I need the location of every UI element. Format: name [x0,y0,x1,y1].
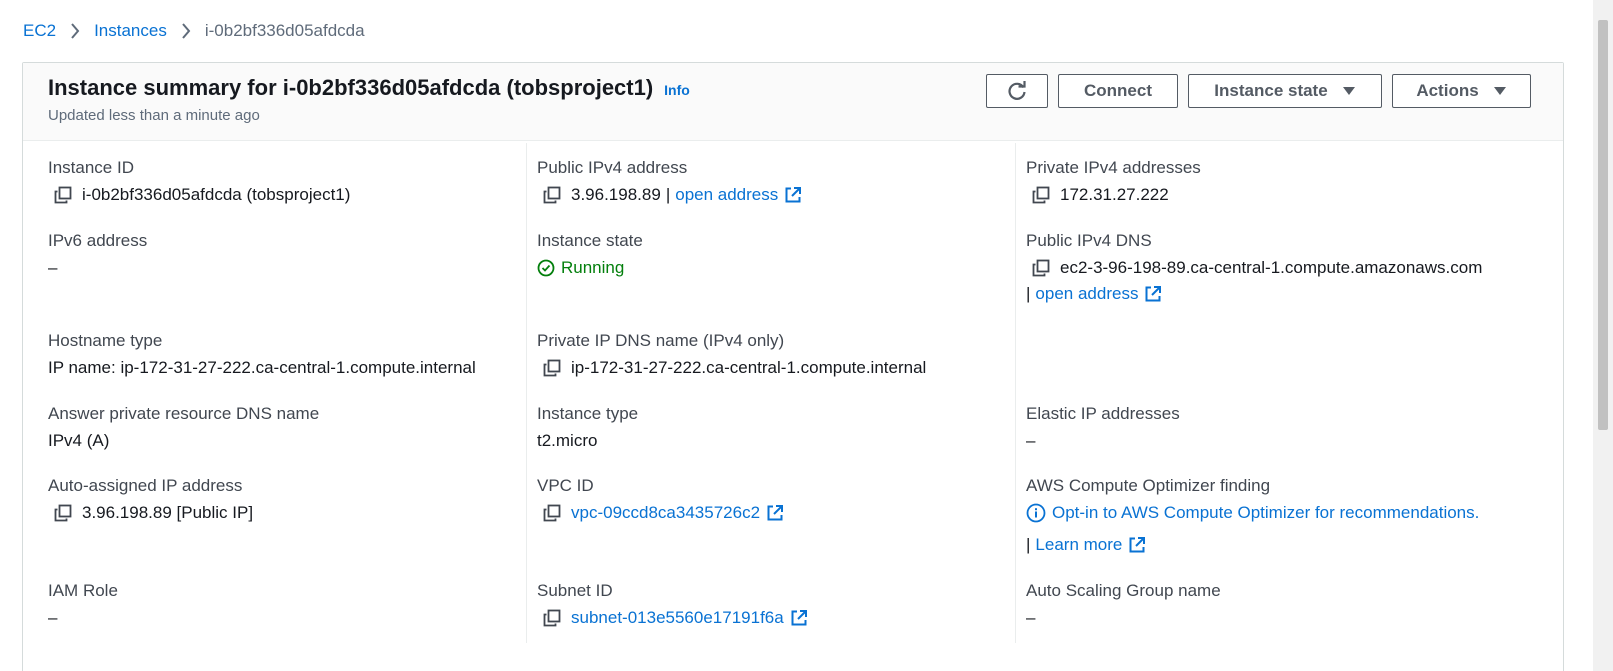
field-private-ipv4: Private IPv4 addresses 172.31.27.222 [1026,157,1201,206]
caret-down-icon [1342,81,1356,101]
field-value: Running [561,258,625,277]
separator: | [1026,535,1031,554]
field-label: Auto Scaling Group name [1026,581,1221,600]
field-label: VPC ID [537,476,594,495]
info-circle-icon [1026,503,1046,523]
breadcrumb-current: i-0b2bf336d05afdcda [204,21,365,40]
separator: | [1026,284,1031,303]
field-value: 3.96.198.89 [571,185,661,204]
breadcrumb-ec2[interactable]: EC2 [23,21,56,41]
vpc-id-link[interactable]: vpc-09ccd8ca3435726c2 [571,502,760,524]
status-running: Running [537,257,624,279]
field-elastic-ip: Elastic IP addresses – [1026,403,1180,452]
field-label: Elastic IP addresses [1026,404,1180,423]
field-value: IP name: ip-172-31-27-222.ca-central-1.c… [48,358,476,377]
breadcrumb-instances[interactable]: Instances [94,21,167,41]
refresh-icon [1006,80,1028,102]
field-value: – [1026,431,1036,450]
field-public-dns: Public IPv4 DNS ec2-3-96-198-89.ca-centr… [1026,230,1482,305]
field-value: – [48,608,58,627]
field-asg-name: Auto Scaling Group name – [1026,580,1221,629]
field-label: Instance ID [48,158,134,177]
copy-icon[interactable] [54,504,72,522]
external-link-icon[interactable] [790,609,808,627]
field-compute-optimizer: AWS Compute Optimizer finding Opt-in to … [1026,475,1479,556]
field-label: Private IP DNS name (IPv4 only) [537,331,785,350]
actions-label: Actions [1416,81,1479,100]
field-value: i-0b2bf336d05afdcda (tobsproject1) [82,185,351,204]
learn-more-link[interactable]: Learn more [1035,534,1122,556]
field-subnet-id: Subnet ID subnet-013e5560e17191f6a [537,580,808,629]
open-address-link[interactable]: open address [1035,283,1138,305]
actions-button[interactable]: Actions [1392,74,1531,108]
field-label: Answer private resource DNS name [48,404,320,423]
field-public-ipv4: Public IPv4 address 3.96.198.89 | open a… [537,157,802,206]
external-link-icon[interactable] [766,504,784,522]
caret-down-icon [1493,81,1507,101]
instance-summary-panel: Instance summary for i-0b2bf336d05afdcda… [22,62,1564,671]
field-label: AWS Compute Optimizer finding [1026,476,1271,495]
copy-icon[interactable] [543,186,561,204]
panel-header: Instance summary for i-0b2bf336d05afdcda… [23,63,1563,141]
scrollbar-thumb[interactable] [1598,20,1608,430]
field-value: 3.96.198.89 [Public IP] [82,503,254,522]
field-label: Private IPv4 addresses [1026,158,1201,177]
external-link-icon[interactable] [1128,536,1146,554]
instance-state-label: Instance state [1214,81,1328,100]
open-address-link[interactable]: open address [675,184,778,206]
connect-button[interactable]: Connect [1058,74,1178,108]
subnet-id-link[interactable]: subnet-013e5560e17191f6a [571,607,784,629]
field-label: Public IPv4 address [537,158,688,177]
field-instance-state: Instance state Running [537,230,643,279]
info-link[interactable]: Info [664,82,690,98]
refresh-button[interactable] [986,74,1048,108]
field-value: – [1026,608,1036,627]
field-vpc-id: VPC ID vpc-09ccd8ca3435726c2 [537,475,784,524]
field-label: IPv6 address [48,231,148,250]
column-divider [526,143,527,643]
field-label: Instance state [537,231,643,250]
external-link-icon[interactable] [784,186,802,204]
copy-icon[interactable] [543,609,561,627]
field-iam-role: IAM Role – [48,580,118,629]
field-label: Public IPv4 DNS [1026,231,1152,250]
field-auto-ip: Auto-assigned IP address 3.96.198.89 [Pu… [48,475,253,524]
column-divider [1015,143,1016,643]
page-title: Instance summary for i-0b2bf336d05afdcda… [48,75,654,100]
chevron-right-icon [181,23,191,39]
breadcrumb: EC2 Instances i-0b2bf336d05afdcda [23,20,365,42]
field-answer-dns: Answer private resource DNS name IPv4 (A… [48,403,319,452]
separator: | [665,185,671,204]
copy-icon[interactable] [1032,259,1050,277]
field-value: – [48,258,58,277]
field-label: Instance type [537,404,639,423]
copy-icon[interactable] [543,359,561,377]
chevron-right-icon [70,23,80,39]
copy-icon[interactable] [1032,186,1050,204]
opt-in-link[interactable]: Opt-in to AWS Compute Optimizer for reco… [1052,502,1479,524]
field-private-dns: Private IP DNS name (IPv4 only) ip-172-3… [537,330,926,379]
field-label: Auto-assigned IP address [48,476,243,495]
field-value: 172.31.27.222 [1060,185,1169,204]
field-instance-id: Instance ID i-0b2bf336d05afdcda (tobspro… [48,157,350,206]
field-label: Hostname type [48,331,163,350]
external-link-icon[interactable] [1144,285,1162,303]
updated-subtitle: Updated less than a minute ago [48,107,260,124]
field-value: ip-172-31-27-222.ca-central-1.compute.in… [571,358,927,377]
field-value: IPv4 (A) [48,431,110,450]
field-hostname-type: Hostname type IP name: ip-172-31-27-222.… [48,330,476,379]
vertical-scrollbar[interactable] [1593,0,1613,671]
field-ipv6: IPv6 address – [48,230,147,279]
copy-icon[interactable] [543,504,561,522]
instance-state-button[interactable]: Instance state [1188,74,1382,108]
copy-icon[interactable] [54,186,72,204]
check-circle-icon [537,259,555,277]
field-value: ec2-3-96-198-89.ca-central-1.compute.ama… [1060,258,1483,277]
field-value: t2.micro [537,431,598,450]
field-label: Subnet ID [537,581,613,600]
field-label: IAM Role [48,581,118,600]
field-instance-type: Instance type t2.micro [537,403,638,452]
